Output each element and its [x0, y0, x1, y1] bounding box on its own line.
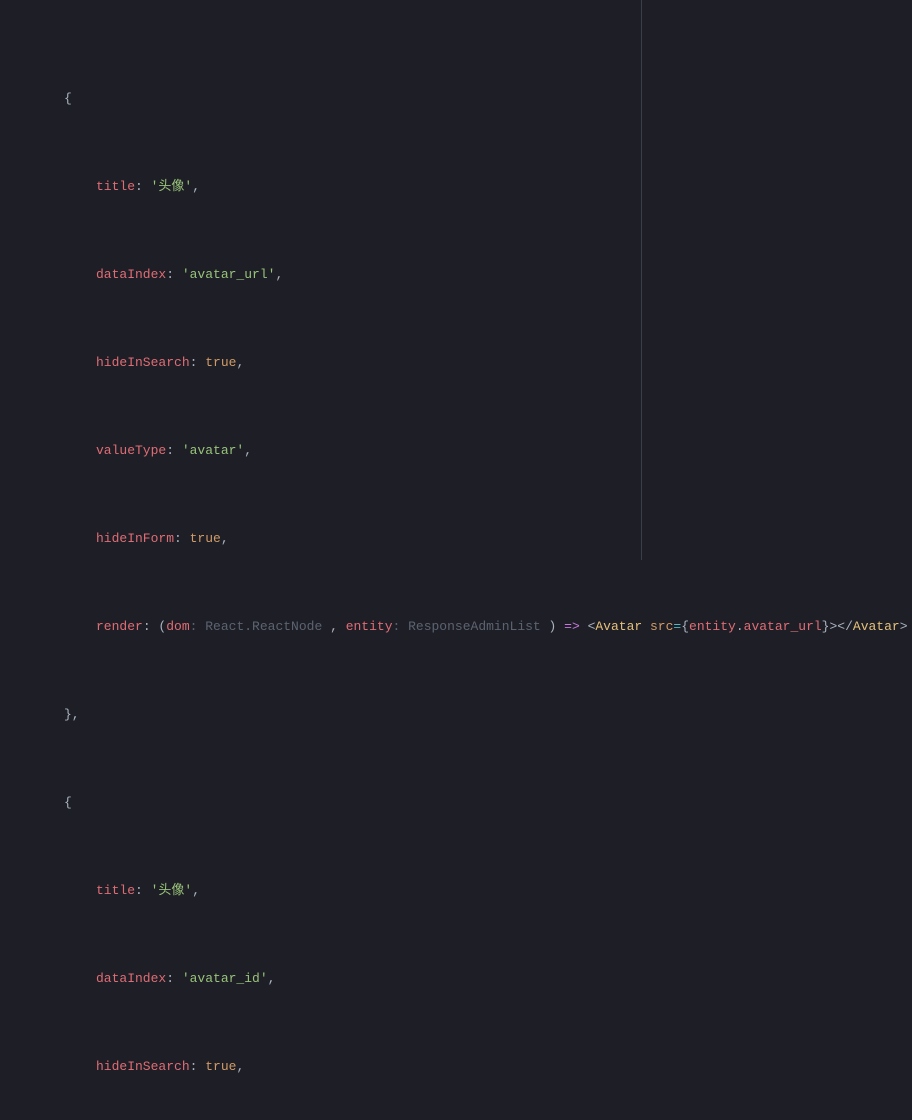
code-content[interactable]: { title: '头像', dataIndex: 'avatar_url', …	[16, 0, 912, 560]
code-line: hideInSearch: true,	[16, 352, 912, 374]
code-line: hideInSearch: true,	[16, 1056, 912, 1078]
code-line: hideInForm: true,	[16, 528, 912, 550]
code-editor[interactable]: { title: '头像', dataIndex: 'avatar_url', …	[0, 0, 912, 560]
code-line: title: '头像',	[16, 880, 912, 902]
brace-open: {	[64, 795, 72, 810]
code-line: dataIndex: 'avatar_url',	[16, 264, 912, 286]
code-line: {	[16, 88, 912, 110]
code-line: dataIndex: 'avatar_id',	[16, 968, 912, 990]
code-line: valueType: 'avatar',	[16, 440, 912, 462]
code-line: {	[16, 792, 912, 814]
brace-open: {	[64, 91, 72, 106]
code-line: title: '头像',	[16, 176, 912, 198]
code-line: render: (dom: React.ReactNode , entity: …	[16, 616, 912, 638]
code-line: },	[16, 704, 912, 726]
brace-close: },	[64, 707, 80, 722]
